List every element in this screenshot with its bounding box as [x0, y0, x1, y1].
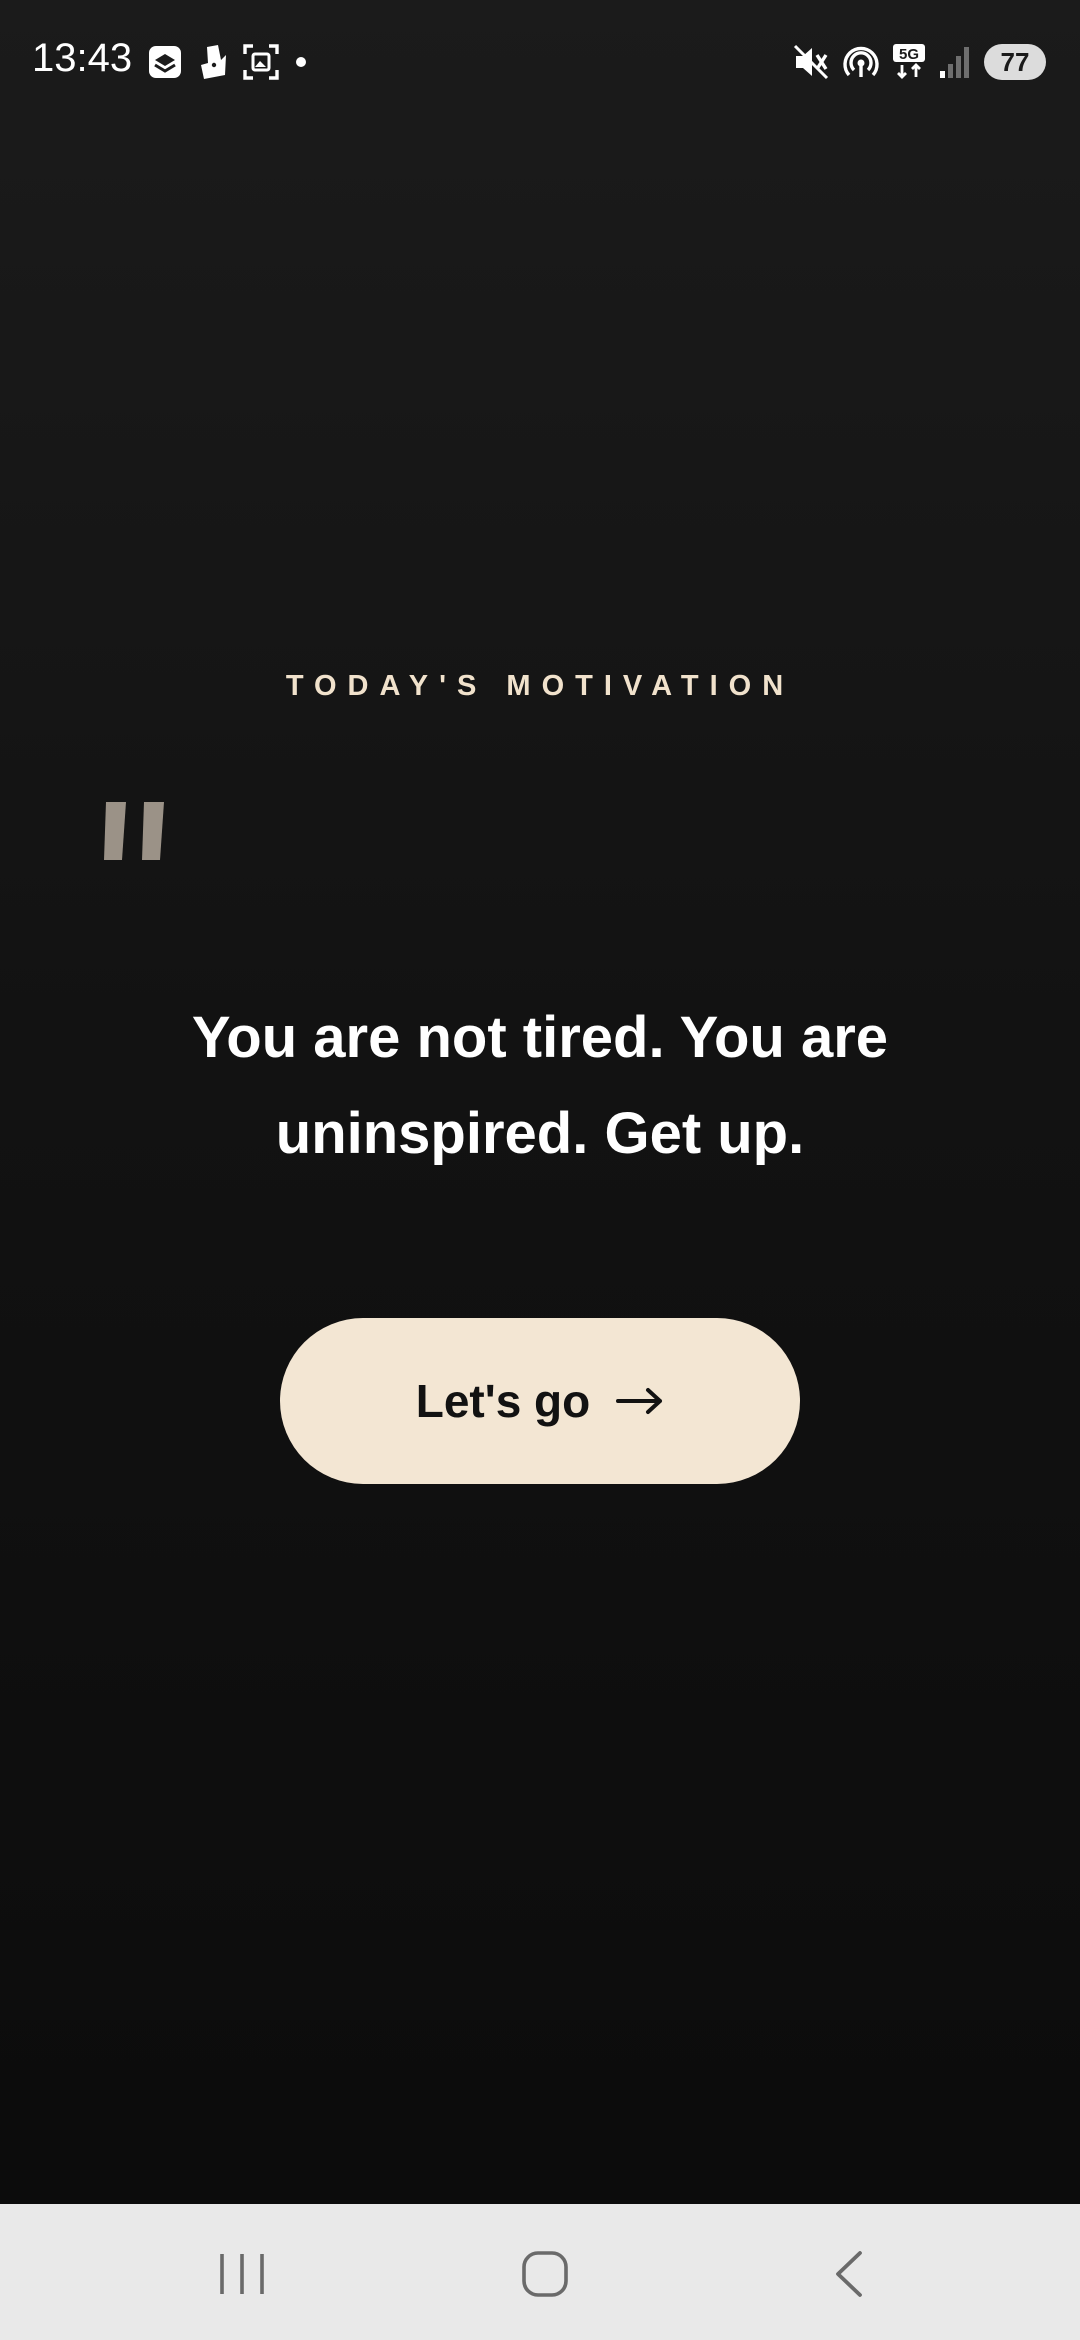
- section-eyebrow: TODAY'S MOTIVATION: [285, 670, 795, 702]
- signal-icon: [940, 47, 969, 78]
- hotspot-icon: [843, 46, 879, 77]
- status-right-icons: 5G 77: [792, 40, 1046, 84]
- screenshot-icon: [243, 44, 279, 80]
- 5g-icon: 5G: [893, 44, 925, 79]
- quote-mark-icon: [104, 802, 164, 860]
- system-nav-bar: [0, 2204, 1080, 2340]
- arrow-right-icon: [616, 1388, 663, 1414]
- back-icon: [836, 2251, 862, 2297]
- battery-indicator: 77: [984, 44, 1046, 80]
- mute-icon: [793, 44, 829, 80]
- lets-go-button[interactable]: Let's go: [280, 1318, 800, 1484]
- status-time: 13:43: [32, 36, 133, 80]
- recents-button[interactable]: [182, 2234, 302, 2314]
- svg-text:5G: 5G: [899, 46, 919, 63]
- status-left-icons: [146, 40, 308, 84]
- recents-icon: [220, 2254, 264, 2294]
- status-bar: 13:43 5G 77: [0, 0, 1080, 120]
- home-icon: [522, 2251, 568, 2297]
- layers-app-icon: [149, 46, 181, 78]
- motivation-quote: You are not tired. You are uninspired. G…: [191, 1005, 889, 1166]
- home-button[interactable]: [485, 2234, 605, 2314]
- lets-go-button-label: Let's go: [415, 1375, 591, 1427]
- back-button[interactable]: [788, 2234, 908, 2314]
- dot-icon: [296, 57, 306, 67]
- deliveroo-icon: [201, 45, 226, 79]
